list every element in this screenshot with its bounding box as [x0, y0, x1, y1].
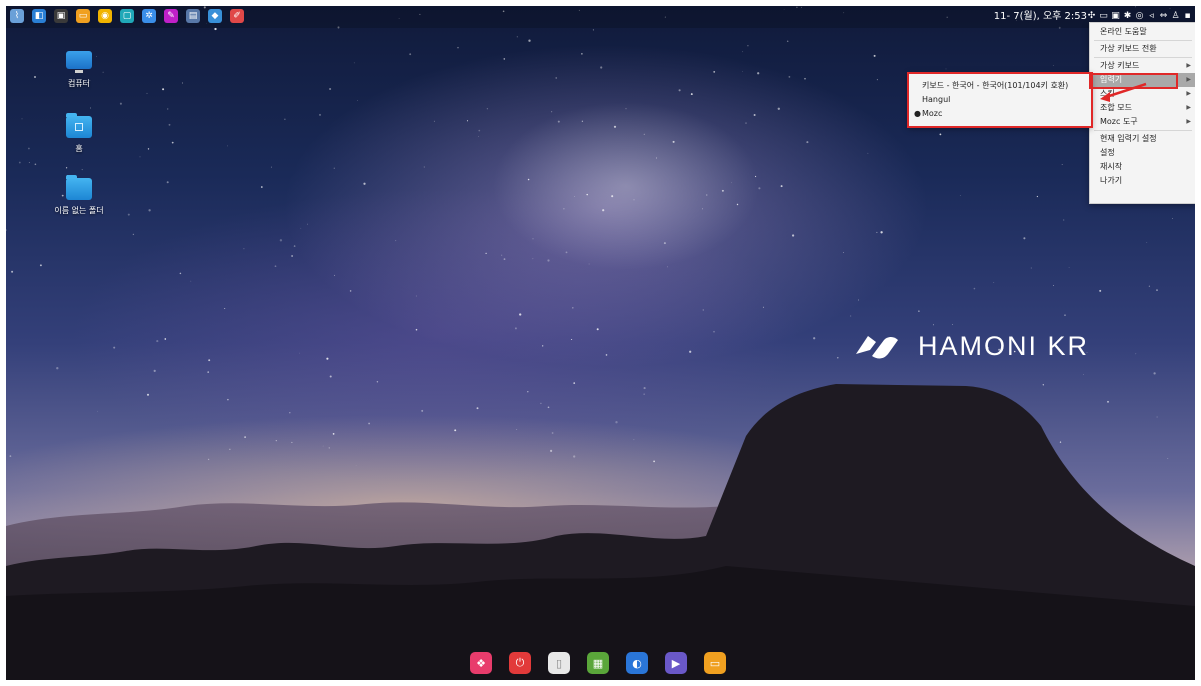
files-icon[interactable]: ▭ — [704, 652, 726, 674]
desktop-screen: ⌇ ◧ ▣ ▭ ◉ ▢ ✲ ✎ ▤ ◆ ✐ 11- 7(월), 오후 2:53 ✣ ▭ ▣ ✱ ◎ ◃ ⇔ ♙ ▪ … — [6, 6, 1195, 680]
trash-icon[interactable]: ▯ — [548, 652, 570, 674]
dock: ❖ ⏻ ▯ ▦ ◐ ▶ ▭ — [466, 652, 746, 678]
app-launcher-icon[interactable]: ❖ — [470, 652, 492, 674]
browser-icon[interactable]: ◐ — [626, 652, 648, 674]
store-icon[interactable]: ▦ — [587, 652, 609, 674]
power-icon[interactable]: ⏻ — [509, 652, 531, 674]
annotation-arrow-icon — [1100, 82, 1147, 102]
media-player-icon[interactable]: ▶ — [665, 652, 687, 674]
